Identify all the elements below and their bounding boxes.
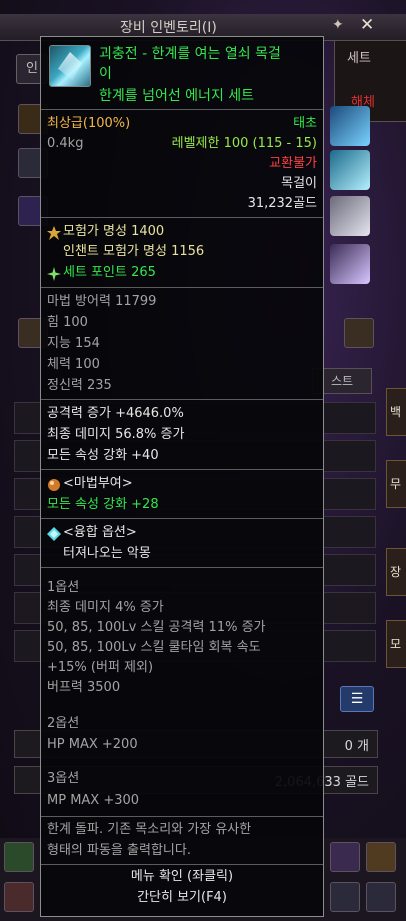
skill-slot[interactable] bbox=[4, 842, 34, 872]
grade-label: 최상급(100%) bbox=[47, 116, 131, 131]
main-option-line: 모든 속성 강화 +40 bbox=[47, 448, 159, 463]
enchant-orb-icon bbox=[47, 477, 61, 491]
item-type: 목걸이 bbox=[281, 176, 317, 191]
divider bbox=[41, 287, 323, 288]
option3-value: MP MAX +300 bbox=[47, 793, 140, 808]
item-price: 31,232골드 bbox=[247, 196, 317, 211]
stat-line: 체력 100 bbox=[47, 357, 100, 372]
necklace-icon bbox=[49, 45, 91, 87]
fame-emblem-icon bbox=[47, 225, 61, 240]
tooltip-footer: 메뉴 확인 (좌클릭) 간단히 보기(F4) bbox=[41, 864, 323, 911]
stat-line: 힘 100 bbox=[47, 315, 88, 330]
side-button-label: 모 bbox=[390, 637, 402, 651]
weight-label: 0.4kg bbox=[47, 136, 84, 151]
side-button-label: 백 bbox=[390, 405, 402, 419]
equip-slot-right[interactable] bbox=[330, 150, 370, 190]
pin-icon[interactable]: ✦ bbox=[332, 17, 344, 33]
option3-title: 3옵션 bbox=[47, 771, 80, 786]
close-icon[interactable]: ✕ bbox=[360, 15, 374, 35]
item-count: 0 개 bbox=[344, 739, 369, 754]
set-point-icon bbox=[47, 266, 61, 281]
level-limit-label: 레벨제한 100 (115 - 15) bbox=[171, 136, 317, 151]
fusion-title: <융합 옵션> bbox=[63, 525, 137, 540]
equip-slot-right[interactable] bbox=[330, 196, 370, 236]
side-button-label: 무 bbox=[390, 477, 402, 491]
rarity-label: 태초 bbox=[293, 116, 317, 131]
trade-status: 교환불가 bbox=[269, 156, 317, 171]
stat-line: 마법 방어력 11799 bbox=[47, 294, 157, 309]
option1-title: 1옵션 bbox=[47, 580, 80, 595]
enchant-fame: 인챈트 모험가 명성 1156 bbox=[63, 244, 205, 259]
skill-slot[interactable] bbox=[330, 882, 360, 912]
stat-line: 정신력 235 bbox=[47, 378, 112, 393]
menu-confirm-hint[interactable]: 메뉴 확인 (좌클릭) bbox=[41, 869, 323, 885]
divider bbox=[41, 217, 323, 218]
set-point: 세트 포인트 265 bbox=[63, 265, 156, 280]
skill-slot[interactable] bbox=[366, 842, 396, 872]
item-name-line2: 이 bbox=[99, 66, 112, 82]
main-option-line: 공격력 증가 +4646.0% bbox=[47, 406, 184, 421]
skill-slot[interactable] bbox=[4, 882, 34, 912]
equip-slot[interactable] bbox=[344, 318, 374, 348]
set-panel-title: 세트 bbox=[347, 51, 371, 66]
item-name-line1: 괴충전 - 한계를 여는 열쇠 목걸 bbox=[99, 46, 281, 62]
item-tooltip: 괴충전 - 한계를 여는 열쇠 목걸 이 한계를 넘어선 에너지 세트 최상급(… bbox=[40, 36, 324, 917]
fusion-gem-icon bbox=[47, 526, 61, 541]
side-button[interactable]: 무 bbox=[386, 460, 406, 508]
main-option-line: 최종 데미지 56.8% 증가 bbox=[47, 427, 185, 442]
option2-title: 2옵션 bbox=[47, 716, 80, 731]
flavor-text-line2: 형태의 파동을 출력합니다. bbox=[47, 843, 191, 858]
option1-line: 버프력 3500 bbox=[47, 680, 121, 695]
stat-line: 지능 154 bbox=[47, 336, 100, 351]
side-button[interactable]: 장 bbox=[386, 548, 406, 596]
option1-line: 50, 85, 100Lv 스킬 쿨타임 회복 속도 bbox=[47, 640, 261, 655]
equip-slot-right[interactable] bbox=[330, 106, 370, 146]
option1-line: 50, 85, 100Lv 스킬 공격력 11% 증가 bbox=[47, 620, 266, 635]
adventurer-fame: 모험가 명성 1400 bbox=[63, 224, 165, 239]
side-button[interactable]: 모 bbox=[386, 620, 406, 668]
divider bbox=[41, 469, 323, 470]
option2-value: HP MAX +200 bbox=[47, 737, 138, 752]
flavor-text-line1: 한계 돌파. 기존 목소리와 가장 유사한 bbox=[47, 822, 252, 837]
equip-slot-right[interactable] bbox=[330, 244, 370, 284]
side-button-label: 장 bbox=[390, 565, 402, 579]
list-view-button[interactable]: ☰ bbox=[340, 686, 374, 712]
inventory-title: 장비 인벤토리(I) bbox=[120, 20, 217, 36]
side-button[interactable]: 백 bbox=[386, 388, 406, 436]
simple-view-hint[interactable]: 간단히 보기(F4) bbox=[41, 890, 323, 906]
divider bbox=[41, 518, 323, 519]
divider bbox=[41, 399, 323, 400]
divider bbox=[41, 567, 323, 568]
enchant-title: <마법부여> bbox=[63, 476, 133, 491]
enchant-value: 모든 속성 강화 +28 bbox=[47, 497, 159, 512]
divider bbox=[41, 816, 323, 817]
fusion-value: 터져나오는 악몽 bbox=[63, 546, 151, 561]
skill-slot[interactable] bbox=[330, 842, 360, 872]
skill-slot[interactable] bbox=[366, 882, 396, 912]
option1-line: +15% (버퍼 제외) bbox=[47, 660, 154, 675]
divider bbox=[41, 109, 323, 110]
set-name: 한계를 넘어선 에너지 세트 bbox=[99, 88, 255, 104]
option1-line: 최종 데미지 4% 증가 bbox=[47, 600, 164, 615]
